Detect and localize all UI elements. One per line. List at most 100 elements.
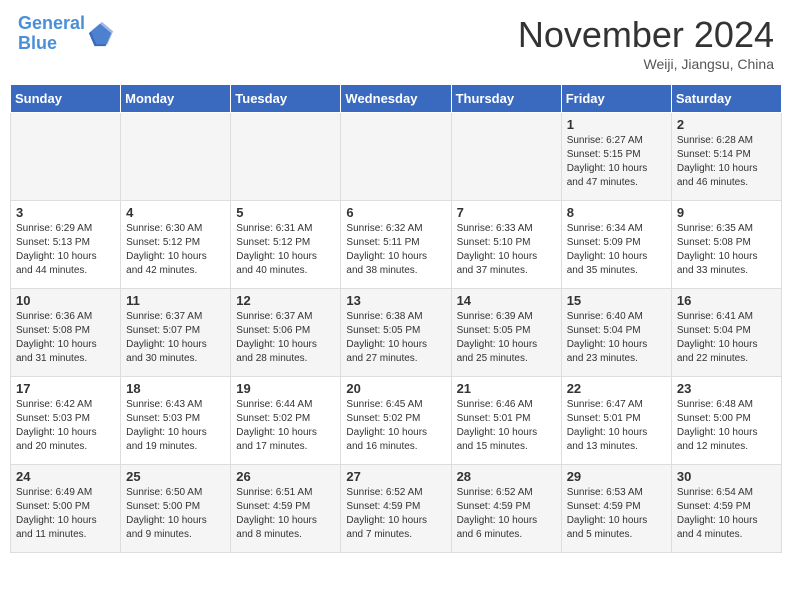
day-number: 15 xyxy=(567,293,666,308)
day-header-tuesday: Tuesday xyxy=(231,85,341,113)
day-info: Sunrise: 6:36 AM Sunset: 5:08 PM Dayligh… xyxy=(16,310,115,366)
day-info: Sunrise: 6:40 AM Sunset: 5:04 PM Dayligh… xyxy=(567,310,666,366)
calendar-cell: 16Sunrise: 6:41 AM Sunset: 5:04 PM Dayli… xyxy=(671,289,781,377)
day-info: Sunrise: 6:33 AM Sunset: 5:10 PM Dayligh… xyxy=(457,222,556,278)
calendar-cell xyxy=(341,113,451,201)
calendar-cell: 18 Sunrise: 6:43 AM Sunset: 5:03 PM Dayli… xyxy=(121,377,231,465)
calendar-cell xyxy=(231,113,341,201)
day-number: 14 xyxy=(457,293,556,308)
day-number: 8 xyxy=(567,205,666,220)
calendar-cell: 15 Sunrise: 6:40 AM Sunset: 5:04 PM Dayli… xyxy=(561,289,671,377)
day-number: 11 xyxy=(126,293,225,308)
day-info: Sunrise: 6:46 AM Sunset: 5:01 PM Dayligh… xyxy=(457,398,556,454)
day-header-thursday: Thursday xyxy=(451,85,561,113)
day-info: Sunrise: 6:29 AM Sunset: 5:13 PM Dayligh… xyxy=(16,222,115,278)
calendar-cell: 25Sunrise: 6:50 AM Sunset: 5:00 PM Dayli… xyxy=(121,465,231,553)
day-number: 30 xyxy=(677,469,776,484)
day-number: 17 xyxy=(16,381,115,396)
day-number: 24 xyxy=(16,469,115,484)
calendar-cell: 14Sunrise: 6:39 AM Sunset: 5:05 PM Dayli… xyxy=(451,289,561,377)
day-header-wednesday: Wednesday xyxy=(341,85,451,113)
page-header: GeneralBlue November 2024 Weiji, Jiangsu… xyxy=(10,10,782,76)
calendar-cell: 5 Sunrise: 6:31 AM Sunset: 5:12 PM Daylig… xyxy=(231,201,341,289)
day-number: 1 xyxy=(567,117,666,132)
day-number: 22 xyxy=(567,381,666,396)
day-header-sunday: Sunday xyxy=(11,85,121,113)
calendar-cell: 12Sunrise: 6:37 AM Sunset: 5:06 PM Dayli… xyxy=(231,289,341,377)
day-info: Sunrise: 6:43 AM Sunset: 5:03 PM Dayligh… xyxy=(126,398,225,454)
month-title: November 2024 xyxy=(518,14,774,56)
day-number: 6 xyxy=(346,205,445,220)
logo-icon xyxy=(87,20,115,48)
day-info: Sunrise: 6:35 AM Sunset: 5:08 PM Dayligh… xyxy=(677,222,776,278)
day-number: 2 xyxy=(677,117,776,132)
calendar-week-1: 1 Sunrise: 6:27 AM Sunset: 5:15 PM Daylig… xyxy=(11,113,782,201)
calendar-cell: 8 Sunrise: 6:34 AM Sunset: 5:09 PM Daylig… xyxy=(561,201,671,289)
calendar-week-4: 17 Sunrise: 6:42 AM Sunset: 5:03 PM Dayli… xyxy=(11,377,782,465)
calendar-body: 1 Sunrise: 6:27 AM Sunset: 5:15 PM Daylig… xyxy=(11,113,782,553)
calendar-cell xyxy=(11,113,121,201)
day-info: Sunrise: 6:30 AM Sunset: 5:12 PM Dayligh… xyxy=(126,222,225,278)
day-info: Sunrise: 6:28 AM Sunset: 5:14 PM Dayligh… xyxy=(677,134,776,190)
calendar-cell: 17 Sunrise: 6:42 AM Sunset: 5:03 PM Dayli… xyxy=(11,377,121,465)
calendar-cell: 22 Sunrise: 6:47 AM Sunset: 5:01 PM Dayli… xyxy=(561,377,671,465)
day-number: 29 xyxy=(567,469,666,484)
day-info: Sunrise: 6:47 AM Sunset: 5:01 PM Dayligh… xyxy=(567,398,666,454)
location: Weiji, Jiangsu, China xyxy=(518,56,774,72)
calendar-cell: 23 Sunrise: 6:48 AM Sunset: 5:00 PM Dayli… xyxy=(671,377,781,465)
calendar-cell: 9 Sunrise: 6:35 AM Sunset: 5:08 PM Daylig… xyxy=(671,201,781,289)
calendar-cell: 3 Sunrise: 6:29 AM Sunset: 5:13 PM Daylig… xyxy=(11,201,121,289)
day-info: Sunrise: 6:27 AM Sunset: 5:15 PM Dayligh… xyxy=(567,134,666,190)
day-info: Sunrise: 6:32 AM Sunset: 5:11 PM Dayligh… xyxy=(346,222,445,278)
day-number: 16 xyxy=(677,293,776,308)
calendar-week-3: 10 Sunrise: 6:36 AM Sunset: 5:08 PM Dayli… xyxy=(11,289,782,377)
day-number: 18 xyxy=(126,381,225,396)
day-number: 23 xyxy=(677,381,776,396)
calendar-cell: 24 Sunrise: 6:49 AM Sunset: 5:00 PM Dayli… xyxy=(11,465,121,553)
day-number: 10 xyxy=(16,293,115,308)
day-number: 28 xyxy=(457,469,556,484)
day-number: 7 xyxy=(457,205,556,220)
calendar-cell: 2 Sunrise: 6:28 AM Sunset: 5:14 PM Daylig… xyxy=(671,113,781,201)
day-info: Sunrise: 6:37 AM Sunset: 5:07 PM Dayligh… xyxy=(126,310,225,366)
calendar-cell: 30 Sunrise: 6:54 AM Sunset: 4:59 PM Dayli… xyxy=(671,465,781,553)
day-number: 5 xyxy=(236,205,335,220)
day-info: Sunrise: 6:49 AM Sunset: 5:00 PM Dayligh… xyxy=(16,486,115,542)
day-info: Sunrise: 6:52 AM Sunset: 4:59 PM Dayligh… xyxy=(346,486,445,542)
calendar-cell: 19Sunrise: 6:44 AM Sunset: 5:02 PM Dayli… xyxy=(231,377,341,465)
day-number: 3 xyxy=(16,205,115,220)
calendar-cell: 26Sunrise: 6:51 AM Sunset: 4:59 PM Dayli… xyxy=(231,465,341,553)
day-info: Sunrise: 6:37 AM Sunset: 5:06 PM Dayligh… xyxy=(236,310,335,366)
calendar-cell: 10 Sunrise: 6:36 AM Sunset: 5:08 PM Dayli… xyxy=(11,289,121,377)
day-info: Sunrise: 6:53 AM Sunset: 4:59 PM Dayligh… xyxy=(567,486,666,542)
calendar-cell: 29 Sunrise: 6:53 AM Sunset: 4:59 PM Dayli… xyxy=(561,465,671,553)
day-number: 19 xyxy=(236,381,335,396)
day-info: Sunrise: 6:31 AM Sunset: 5:12 PM Dayligh… xyxy=(236,222,335,278)
calendar-cell xyxy=(121,113,231,201)
calendar-week-2: 3 Sunrise: 6:29 AM Sunset: 5:13 PM Daylig… xyxy=(11,201,782,289)
calendar-cell: 13Sunrise: 6:38 AM Sunset: 5:05 PM Dayli… xyxy=(341,289,451,377)
day-number: 4 xyxy=(126,205,225,220)
day-info: Sunrise: 6:34 AM Sunset: 5:09 PM Dayligh… xyxy=(567,222,666,278)
day-number: 27 xyxy=(346,469,445,484)
day-info: Sunrise: 6:38 AM Sunset: 5:05 PM Dayligh… xyxy=(346,310,445,366)
day-info: Sunrise: 6:54 AM Sunset: 4:59 PM Dayligh… xyxy=(677,486,776,542)
day-info: Sunrise: 6:45 AM Sunset: 5:02 PM Dayligh… xyxy=(346,398,445,454)
calendar-cell: 4 Sunrise: 6:30 AM Sunset: 5:12 PM Daylig… xyxy=(121,201,231,289)
calendar-cell: 21 Sunrise: 6:46 AM Sunset: 5:01 PM Dayli… xyxy=(451,377,561,465)
calendar-cell: 27 Sunrise: 6:52 AM Sunset: 4:59 PM Dayli… xyxy=(341,465,451,553)
calendar-cell: 7 Sunrise: 6:33 AM Sunset: 5:10 PM Daylig… xyxy=(451,201,561,289)
day-info: Sunrise: 6:52 AM Sunset: 4:59 PM Dayligh… xyxy=(457,486,556,542)
day-number: 9 xyxy=(677,205,776,220)
day-info: Sunrise: 6:42 AM Sunset: 5:03 PM Dayligh… xyxy=(16,398,115,454)
calendar-cell xyxy=(451,113,561,201)
calendar-cell: 20Sunrise: 6:45 AM Sunset: 5:02 PM Dayli… xyxy=(341,377,451,465)
day-info: Sunrise: 6:48 AM Sunset: 5:00 PM Dayligh… xyxy=(677,398,776,454)
logo-text: GeneralBlue xyxy=(18,14,85,54)
calendar-week-5: 24 Sunrise: 6:49 AM Sunset: 5:00 PM Dayli… xyxy=(11,465,782,553)
day-header-saturday: Saturday xyxy=(671,85,781,113)
calendar-cell: 11 Sunrise: 6:37 AM Sunset: 5:07 PM Dayli… xyxy=(121,289,231,377)
days-header-row: SundayMondayTuesdayWednesdayThursdayFrid… xyxy=(11,85,782,113)
day-number: 26 xyxy=(236,469,335,484)
day-number: 21 xyxy=(457,381,556,396)
